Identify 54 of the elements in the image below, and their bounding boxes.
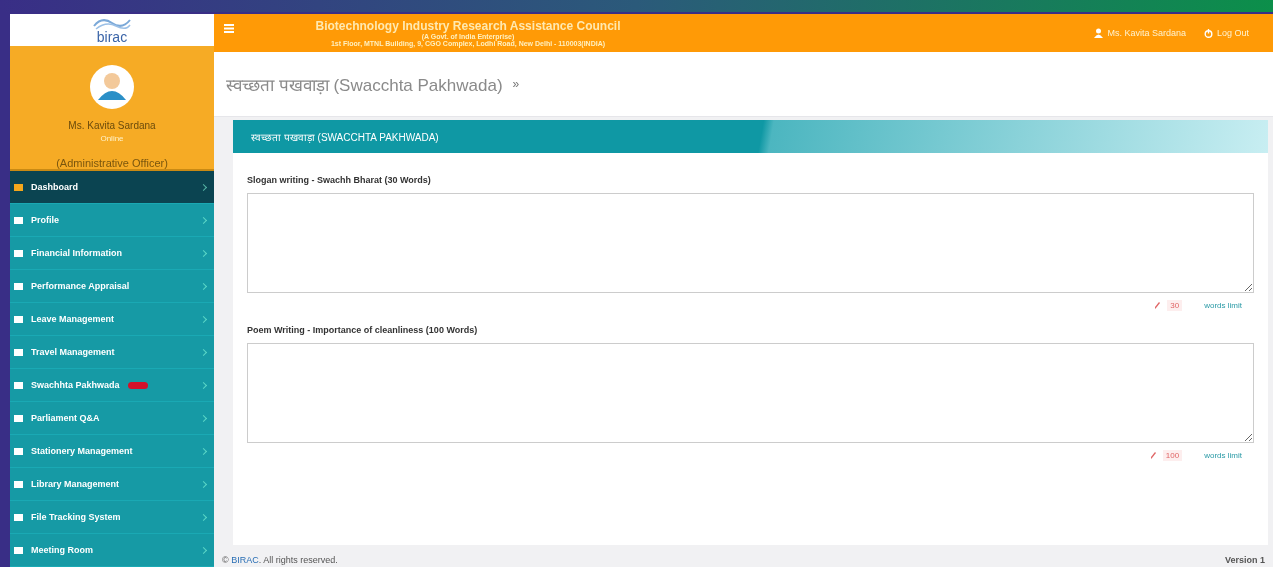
copyright-text: © BIRAC. All rights reserved. bbox=[222, 555, 338, 565]
text-area[interactable] bbox=[247, 193, 1254, 293]
word-limit-text: words limit bbox=[1204, 300, 1242, 310]
field-label: Slogan writing - Swachh Bharat (30 Words) bbox=[247, 175, 432, 185]
logo-text: birac bbox=[96, 30, 128, 44]
profile-status: Online bbox=[100, 134, 124, 143]
text-area[interactable] bbox=[247, 343, 1254, 443]
panel-heading: स्वच्छता पखवाड़ा (SWACCHTA PAKHWADA) bbox=[251, 130, 439, 144]
pencil-icon bbox=[1149, 450, 1157, 460]
menu-icon bbox=[14, 248, 23, 258]
menu-icon bbox=[14, 479, 23, 489]
menu-icon bbox=[14, 215, 23, 225]
menu-icon bbox=[14, 380, 23, 390]
menu-icon bbox=[14, 512, 23, 522]
sidebar-item-label: Financial Information bbox=[31, 248, 122, 258]
word-count: 100 bbox=[1162, 449, 1183, 461]
breadcrumb-mark: » bbox=[512, 77, 520, 91]
sidebar-item-label: Parliament Q&A bbox=[31, 413, 100, 423]
menu-icon bbox=[14, 182, 23, 192]
birac-link[interactable]: BIRAC bbox=[231, 555, 259, 565]
user-avatar-icon bbox=[89, 64, 135, 110]
sidebar-item-label: Library Management bbox=[31, 479, 120, 489]
menu-icon bbox=[14, 413, 23, 423]
sidebar-item-label: Meeting Room bbox=[31, 545, 93, 555]
menu-icon bbox=[14, 314, 23, 324]
user-icon bbox=[1094, 28, 1104, 38]
sidebar-item-label: Stationery Management bbox=[31, 446, 133, 456]
menu-icon bbox=[14, 446, 23, 456]
menu-icon bbox=[14, 281, 23, 291]
version-text: Version 1 bbox=[1224, 555, 1265, 565]
profile-role: (Administrative Officer) bbox=[56, 157, 168, 169]
sidebar-item-label: File Tracking System bbox=[31, 512, 121, 522]
wave-logo-icon bbox=[92, 16, 132, 30]
power-icon bbox=[1203, 28, 1213, 38]
profile-name: Ms. Kavita Sardana bbox=[68, 120, 156, 131]
sidebar-item-label: Swachhta Pakhwada bbox=[31, 380, 120, 390]
page-title: स्वच्छता पखवाड़ा (Swacchta Pakhwada) bbox=[226, 74, 503, 96]
menu-icon[interactable] bbox=[224, 24, 234, 33]
sidebar-item-label: Dashboard bbox=[31, 182, 78, 192]
word-limit-text: words limit bbox=[1204, 450, 1242, 460]
pencil-icon bbox=[1154, 300, 1162, 310]
sidebar-item-label: Profile bbox=[31, 215, 59, 225]
menu-icon bbox=[14, 545, 23, 555]
sidebar-item-label: Leave Management bbox=[31, 314, 115, 324]
user-link[interactable]: Ms. Kavita Sardana bbox=[1107, 28, 1186, 38]
sidebar-item-label: Performance Appraisal bbox=[31, 281, 130, 291]
word-count: 30 bbox=[1167, 299, 1183, 311]
sidebar-item[interactable]: Dashboard bbox=[10, 171, 214, 204]
menu-icon bbox=[14, 347, 23, 357]
sidebar-item[interactable]: Swachhta Pakhwada bbox=[10, 369, 214, 402]
field-label: Poem Writing - Importance of cleanliness (100 Words) bbox=[247, 325, 479, 335]
org-title: Biotechnology Industry Research Assistance Council bbox=[315, 19, 621, 33]
sidebar-item-label: Travel Management bbox=[31, 347, 115, 357]
logout-link[interactable]: Log Out bbox=[1216, 28, 1249, 38]
